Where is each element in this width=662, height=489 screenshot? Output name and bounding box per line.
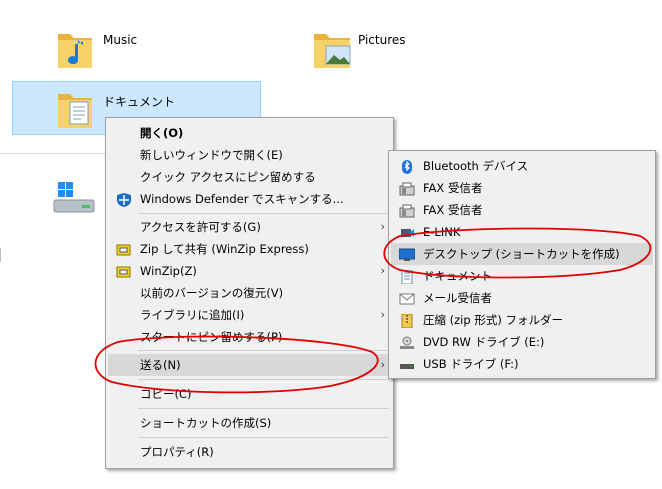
menu-item-properties-label: プロパティ(R) [140, 445, 214, 459]
menu-item-create-shortcut-label: ショートカットの作成(S) [140, 416, 272, 430]
menu-item-copy-label: コピー(C) [140, 387, 192, 401]
send-to-fax-1[interactable]: FAX 受信者 [391, 177, 653, 199]
menu-separator [138, 379, 389, 380]
chevron-right-icon: › [380, 358, 385, 371]
menu-item-restore-versions-label: 以前のバージョンの復元(V) [140, 286, 284, 300]
menu-item-zip-share-label: Zip して共有 (WinZip Express) [140, 242, 309, 256]
menu-separator [138, 437, 389, 438]
menu-item-pin-start-label: スタートにピン留めする(P) [140, 330, 283, 344]
send-to-usb-drive-label: USB ドライブ (F:) [423, 357, 519, 371]
fax-icon [399, 203, 415, 218]
send-to-documents-label: ドキュメント [423, 269, 492, 283]
menu-item-give-access[interactable]: アクセスを許可する(G) › [108, 216, 391, 238]
pictures-folder-icon[interactable] [312, 28, 352, 70]
menu-item-add-to-library[interactable]: ライブラリに追加(I) › [108, 304, 391, 326]
menu-item-add-to-library-label: ライブラリに追加(I) [140, 308, 245, 322]
menu-item-open-new-window[interactable]: 新しいウィンドウで開く(E) [108, 144, 391, 166]
menu-separator [138, 213, 389, 214]
pictures-folder-label[interactable]: Pictures [358, 33, 406, 47]
send-to-fax-2-label: FAX 受信者 [423, 203, 483, 217]
send-to-mail-label: メール受信者 [423, 291, 492, 305]
send-to-zip-folder-label: 圧縮 (zip 形式) フォルダー [423, 313, 563, 327]
documents-folder-label[interactable]: ドキュメント [103, 93, 175, 110]
zip-folder-icon [399, 313, 415, 329]
menu-item-winzip[interactable]: WinZip(Z) › [108, 260, 391, 282]
send-to-dvd-drive-label: DVD RW ドライブ (E:) [423, 335, 545, 349]
winzip-icon [116, 264, 132, 278]
send-to-submenu: Bluetooth デバイス FAX 受信者 FAX 受信者 E-LINK デス… [388, 150, 656, 379]
music-folder-label[interactable]: Music [103, 33, 137, 47]
defender-shield-icon [116, 192, 132, 207]
send-to-e-link[interactable]: E-LINK [391, 221, 653, 243]
send-to-dvd-drive[interactable]: DVD RW ドライブ (E:) [391, 331, 653, 353]
documents-folder-icon[interactable] [56, 88, 94, 130]
send-to-usb-drive[interactable]: USB ドライブ (F:) [391, 353, 653, 375]
menu-item-defender-scan-label: Windows Defender でスキャンする... [140, 192, 344, 206]
menu-item-open-label: 開く(O) [140, 126, 184, 140]
send-to-desktop-label: デスクトップ (ショートカットを作成) [423, 247, 620, 261]
winzip-icon [116, 242, 132, 256]
menu-separator [138, 350, 389, 351]
chevron-right-icon: › [380, 220, 385, 233]
send-to-mail[interactable]: メール受信者 [391, 287, 653, 309]
menu-item-send-to[interactable]: 送る(N) › [108, 354, 391, 376]
menu-item-create-shortcut[interactable]: ショートカットの作成(S) [108, 412, 391, 434]
content-divider [0, 153, 105, 154]
usb-drive-icon [399, 357, 415, 371]
chevron-right-icon: › [380, 264, 385, 277]
send-to-zip-folder[interactable]: 圧縮 (zip 形式) フォルダー [391, 309, 653, 331]
menu-item-pin-start[interactable]: スタートにピン留めする(P) [108, 326, 391, 348]
menu-item-pin-quick-access-label: クイック アクセスにピン留めする [140, 170, 316, 184]
send-to-desktop[interactable]: デスクトップ (ショートカットを作成) [391, 243, 653, 265]
menu-item-pin-quick-access[interactable]: クイック アクセスにピン留めする [108, 166, 391, 188]
mail-icon [399, 291, 415, 305]
e-link-icon [399, 225, 415, 239]
menu-item-give-access-label: アクセスを許可する(G) [140, 220, 261, 234]
send-to-bluetooth[interactable]: Bluetooth デバイス [391, 155, 653, 177]
menu-item-open[interactable]: 開く(O) [108, 122, 391, 144]
desktop-icon [398, 247, 416, 261]
scroll-hint [0, 248, 4, 262]
send-to-bluetooth-label: Bluetooth デバイス [423, 159, 529, 173]
send-to-fax-2[interactable]: FAX 受信者 [391, 199, 653, 221]
send-to-fax-1-label: FAX 受信者 [423, 181, 483, 195]
menu-item-copy[interactable]: コピー(C) [108, 383, 391, 405]
menu-item-winzip-label: WinZip(Z) [140, 264, 197, 278]
menu-item-open-new-window-label: 新しいウィンドウで開く(E) [140, 148, 283, 162]
send-to-e-link-label: E-LINK [423, 225, 461, 239]
menu-item-zip-share[interactable]: Zip して共有 (WinZip Express) [108, 238, 391, 260]
dvd-drive-icon [399, 335, 415, 349]
document-icon [399, 269, 415, 285]
menu-item-send-to-label: 送る(N) [140, 358, 181, 372]
music-folder-icon[interactable] [56, 28, 94, 70]
menu-item-properties[interactable]: プロパティ(R) [108, 441, 391, 463]
windows-drive-icon[interactable] [52, 180, 98, 216]
context-menu: 開く(O) 新しいウィンドウで開く(E) クイック アクセスにピン留めする Wi… [105, 117, 394, 469]
fax-icon [399, 181, 415, 196]
bluetooth-icon [399, 159, 415, 174]
chevron-right-icon: › [380, 308, 385, 321]
send-to-documents[interactable]: ドキュメント [391, 265, 653, 287]
menu-item-defender-scan[interactable]: Windows Defender でスキャンする... [108, 188, 391, 210]
menu-item-restore-versions[interactable]: 以前のバージョンの復元(V) [108, 282, 391, 304]
menu-separator [138, 408, 389, 409]
